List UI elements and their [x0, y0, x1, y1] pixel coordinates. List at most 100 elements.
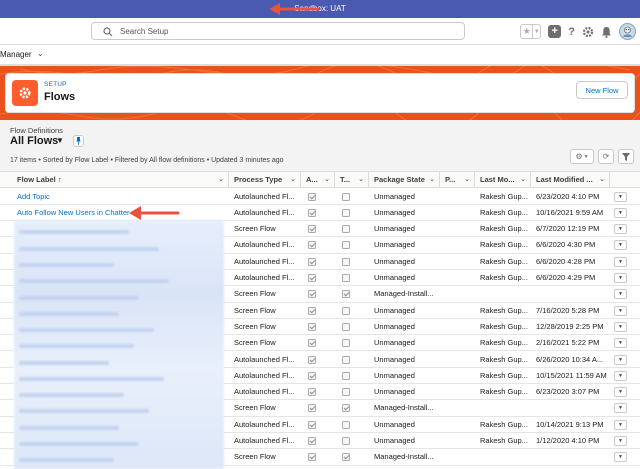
avatar-icon[interactable] [619, 23, 636, 40]
list-settings-button[interactable]: ⚙ ▼ [570, 149, 594, 164]
row-actions-menu[interactable]: ▼ [614, 273, 627, 283]
column-header-last-modified-date[interactable]: Last Modified ... ⌄ [531, 172, 610, 188]
modified-date-cell [531, 449, 611, 465]
modified-by-cell: Rakesh Gup... [480, 354, 528, 364]
process-type-cell: Screen Flow [234, 321, 276, 331]
help-icon[interactable]: ? [568, 26, 575, 38]
active-checkbox [308, 388, 316, 397]
template-checkbox [342, 322, 350, 331]
row-actions-menu[interactable]: ▼ [614, 191, 627, 202]
modified-date-cell [531, 286, 611, 302]
column-header-p[interactable]: P... ⌄ [440, 172, 475, 188]
row-actions-menu[interactable]: ▼ [614, 240, 627, 251]
package-state-cell: Unmanaged [374, 191, 415, 201]
app-nav-label[interactable]: Manager [0, 50, 32, 59]
search-icon [103, 27, 113, 37]
package-state-cell: Unmanaged [374, 354, 415, 364]
chevron-down-icon: ▼ [618, 454, 623, 461]
column-header-template[interactable]: T... ⌄ [335, 172, 369, 188]
package-state-cell: Unmanaged [374, 207, 415, 217]
active-checkbox [308, 420, 316, 429]
row-actions-menu[interactable]: ▼ [614, 321, 627, 332]
modified-by-cell: Rakesh Gup... [480, 338, 528, 348]
chevron-down-icon: ▼ [618, 291, 623, 298]
column-header-process-type[interactable]: Process Type ⌄ [229, 172, 301, 188]
star-icon[interactable]: ★ [521, 25, 532, 38]
column-header-active[interactable]: A... ⌄ [301, 172, 335, 188]
active-checkbox [308, 453, 316, 462]
row-actions-menu[interactable]: ▼ [614, 207, 627, 218]
row-actions-menu[interactable]: ▼ [614, 338, 627, 349]
row-actions-menu[interactable]: ▼ [614, 305, 627, 316]
row-actions-menu[interactable]: ▼ [614, 256, 627, 267]
row-actions-menu[interactable]: ▼ [614, 370, 627, 381]
package-state-cell: Managed-Install... [374, 289, 434, 299]
list-view-actions: ⚙ ▼ ⟳ [570, 149, 634, 164]
row-actions-menu[interactable]: ▼ [614, 419, 627, 430]
modified-by-cell: Rakesh Gup... [480, 436, 528, 445]
filter-icon[interactable] [618, 149, 634, 164]
modified-by-cell [475, 400, 531, 416]
process-type-cell: Autolaunched Fl... [234, 436, 295, 445]
bell-icon[interactable] [601, 26, 612, 38]
plus-icon[interactable]: + [548, 25, 562, 38]
column-header-package-state[interactable]: Package State ⌄ [369, 172, 440, 188]
row-actions-menu[interactable]: ▼ [614, 387, 627, 398]
modified-by-cell: Rakesh Gup... [480, 224, 528, 234]
package-state-cell: Unmanaged [374, 370, 415, 380]
search-input[interactable] [120, 25, 420, 38]
refresh-icon[interactable]: ⟳ [598, 149, 614, 164]
page-header-card: SETUP Flows New Flow [5, 73, 635, 113]
modified-date-cell: 10/14/2021 9:13 PM [536, 419, 604, 429]
process-type-cell: Screen Flow [234, 452, 276, 462]
template-checkbox [342, 274, 350, 282]
modified-by-cell [475, 449, 531, 465]
pin-icon[interactable] [73, 135, 84, 147]
modified-by-cell: Rakesh Gup... [480, 321, 528, 331]
list-view-selector[interactable]: All Flows [10, 135, 58, 147]
chevron-down-icon: ▼ [618, 209, 623, 216]
modified-by-cell: Rakesh Gup... [480, 191, 528, 201]
chevron-down-icon: ▼ [618, 193, 623, 200]
callout-arrow-sandbox [269, 3, 320, 15]
active-checkbox [308, 322, 316, 331]
app-nav: Manager ⌄ [0, 45, 640, 66]
package-state-cell: Managed-Install... [374, 403, 434, 413]
sandbox-bar: Sandbox: UAT [0, 0, 640, 18]
favorites-group[interactable]: ★ ▼ [520, 24, 542, 39]
search-box[interactable] [91, 22, 465, 40]
gear-icon[interactable] [582, 26, 594, 38]
modified-date-cell: 6/6/2020 4:29 PM [536, 273, 596, 282]
new-flow-button[interactable]: New Flow [576, 81, 628, 99]
breadcrumb: SETUP [44, 81, 67, 88]
row-actions-menu[interactable]: ▼ [614, 354, 627, 365]
chevron-down-icon[interactable]: ▼ [56, 136, 64, 145]
modified-date-cell: 2/16/2021 5:22 PM [536, 338, 600, 348]
process-type-cell: Autolaunched Fl... [234, 191, 295, 201]
template-checkbox [342, 306, 350, 315]
package-state-cell: Unmanaged [374, 256, 415, 266]
table-header: Flow Label ↑ ⌄ Process Type ⌄ A... ⌄ T... ⌄ … [0, 172, 640, 188]
chevron-down-icon: ▼ [618, 323, 623, 330]
column-header-flow-label[interactable]: Flow Label ↑ ⌄ [12, 172, 229, 188]
chevron-down-icon[interactable]: ⌄ [37, 49, 44, 58]
redacted-region [14, 220, 224, 469]
row-actions-menu[interactable]: ▼ [614, 452, 627, 463]
template-checkbox [342, 420, 350, 429]
modified-by-cell [475, 286, 531, 302]
column-header-last-modified-by[interactable]: Last Mo... ⌄ [475, 172, 531, 188]
chevron-down-icon: ▼ [618, 275, 623, 281]
object-label: Flow Definitions [10, 126, 63, 135]
row-actions-menu[interactable]: ▼ [614, 224, 627, 235]
active-checkbox [308, 274, 316, 282]
chevron-down-icon[interactable]: ▼ [532, 25, 540, 38]
row-actions-menu[interactable]: ▼ [614, 289, 627, 300]
chevron-down-icon: ▼ [618, 405, 623, 412]
package-state-cell: Unmanaged [374, 419, 415, 429]
flow-label-link[interactable]: Add Topic [0, 189, 229, 205]
chevron-down-icon: ▼ [618, 258, 623, 265]
row-actions-menu[interactable]: ▼ [614, 403, 627, 414]
row-actions-menu[interactable]: ▼ [614, 436, 627, 446]
flow-label-link[interactable]: Auto Follow New Users in Chatter [0, 205, 229, 221]
template-checkbox [342, 453, 350, 462]
